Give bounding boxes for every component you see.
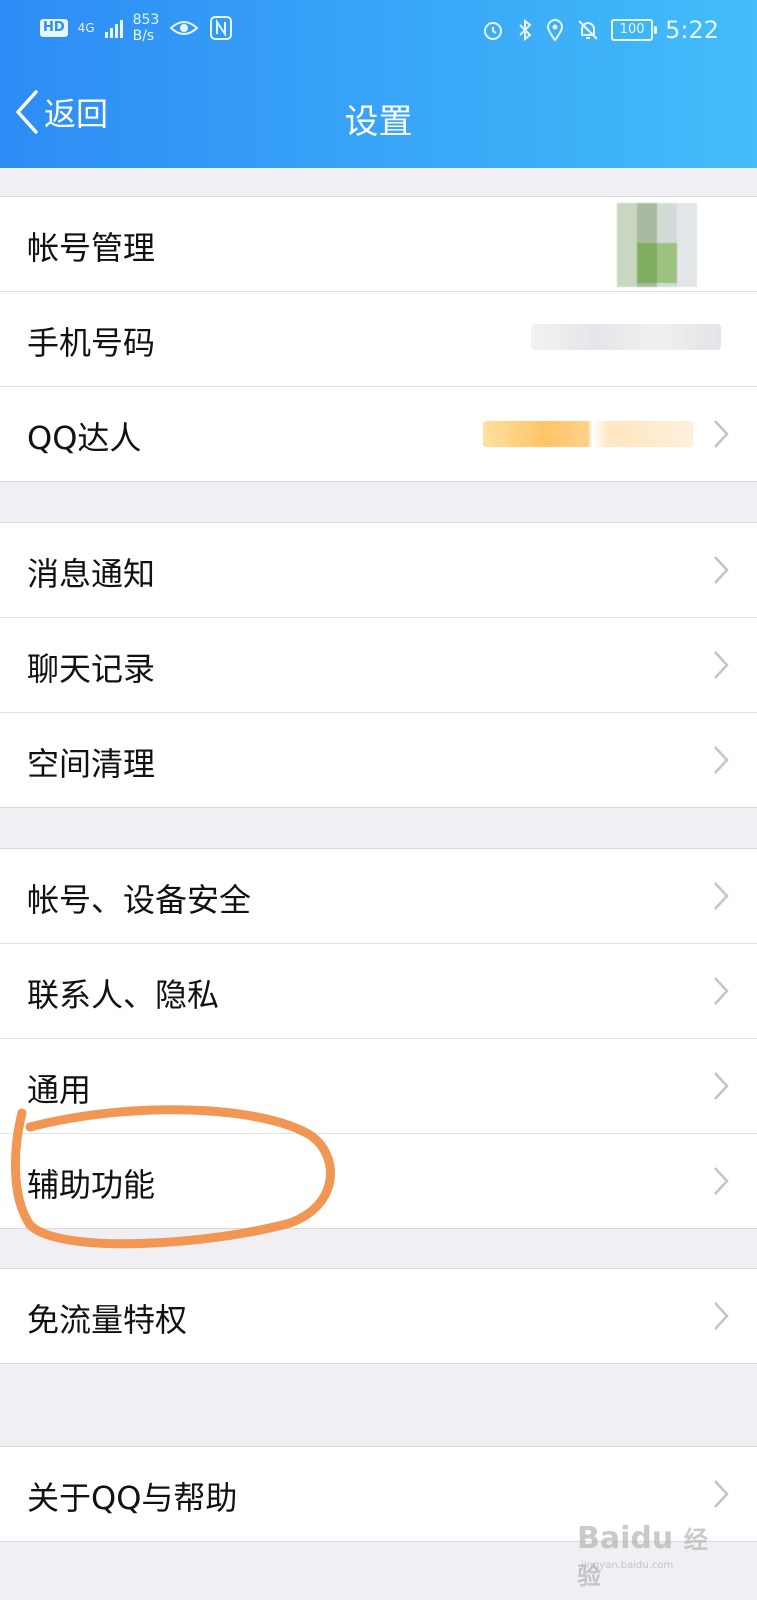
row-label: 帐号管理: [27, 229, 156, 267]
settings-row-notifications[interactable]: 消息通知: [0, 523, 757, 618]
row-label: 手机号码: [27, 324, 156, 362]
avatar: [617, 203, 697, 287]
clock: 5:22: [665, 16, 719, 44]
chevron-right-icon: [713, 745, 729, 775]
baidu-watermark-logo: Baidu 经验 jingyan.baidu.com: [577, 1520, 727, 1590]
header-bar: HD 4G 853 B/s 100 5:22 返回 设置: [0, 0, 757, 168]
chevron-right-icon: [713, 976, 729, 1006]
settings-row-phone-number[interactable]: 手机号码: [0, 292, 757, 387]
nfc-icon: [210, 16, 233, 40]
settings-group-security: 帐号、设备安全 联系人、隐私 通用 辅助功能: [0, 848, 757, 1229]
row-label: 联系人、隐私: [27, 976, 220, 1014]
settings-row-account-device-security[interactable]: 帐号、设备安全: [0, 849, 757, 944]
watermark-brand: Bai: [577, 1521, 631, 1556]
row-label: 关于QQ与帮助: [27, 1479, 238, 1517]
alarm-icon: [484, 22, 503, 40]
chevron-right-icon: [713, 555, 729, 585]
signal-icon: [104, 18, 123, 38]
watermark-url: jingyan.baidu.com: [581, 1560, 674, 1571]
battery-icon: 100: [611, 19, 658, 41]
row-label: QQ达人: [27, 419, 142, 457]
settings-row-account-management[interactable]: 帐号管理: [0, 197, 757, 292]
row-label: 通用: [27, 1071, 92, 1109]
settings-group-messages: 消息通知 聊天记录 空间清理: [0, 522, 757, 808]
speed-value: 853: [132, 12, 160, 28]
eye-icon: [169, 21, 199, 35]
mute-bell-icon: [578, 20, 598, 40]
settings-group-account: 帐号管理 手机号码 QQ达人: [0, 196, 757, 482]
bluetooth-icon: [519, 18, 532, 42]
chevron-right-icon: [713, 1071, 729, 1101]
settings-row-contacts-privacy[interactable]: 联系人、隐私: [0, 944, 757, 1039]
row-label: 免流量特权: [27, 1301, 188, 1339]
chevron-right-icon: [713, 881, 729, 911]
watermark-brand-suffix: du: [630, 1521, 674, 1556]
phone-number-value-blurred: [531, 324, 721, 350]
network-type: 4G: [77, 21, 95, 35]
chevron-right-icon: [713, 1166, 729, 1196]
row-label: 消息通知: [27, 555, 156, 593]
speed-unit: B/s: [132, 28, 155, 44]
chevron-right-icon: [713, 419, 729, 449]
network-speed: 853 B/s: [133, 12, 160, 44]
row-label: 帐号、设备安全: [27, 881, 252, 919]
location-icon: [547, 19, 564, 42]
settings-row-chat-history[interactable]: 聊天记录: [0, 618, 757, 713]
settings-row-free-data-privilege[interactable]: 免流量特权: [0, 1269, 757, 1363]
page-title: 设置: [344, 102, 413, 142]
row-label: 空间清理: [27, 745, 156, 783]
chevron-right-icon: [713, 650, 729, 680]
settings-row-storage-cleanup[interactable]: 空间清理: [0, 713, 757, 807]
row-label: 聊天记录: [27, 650, 156, 688]
status-bar: HD 4G 853 B/s 100 5:22: [0, 0, 757, 60]
hd-badge: HD: [40, 19, 68, 37]
settings-group-data-plan: 免流量特权: [0, 1268, 757, 1364]
navigation-bar: 返回 设置: [0, 80, 757, 150]
settings-row-general[interactable]: 通用: [0, 1039, 757, 1134]
chevron-right-icon: [713, 1479, 729, 1509]
settings-row-qq-expert[interactable]: QQ达人: [0, 387, 757, 481]
qq-expert-badge-blurred: [483, 421, 693, 447]
settings-row-accessibility[interactable]: 辅助功能: [0, 1134, 757, 1228]
chevron-right-icon: [713, 1301, 729, 1331]
row-label: 辅助功能: [27, 1166, 156, 1204]
